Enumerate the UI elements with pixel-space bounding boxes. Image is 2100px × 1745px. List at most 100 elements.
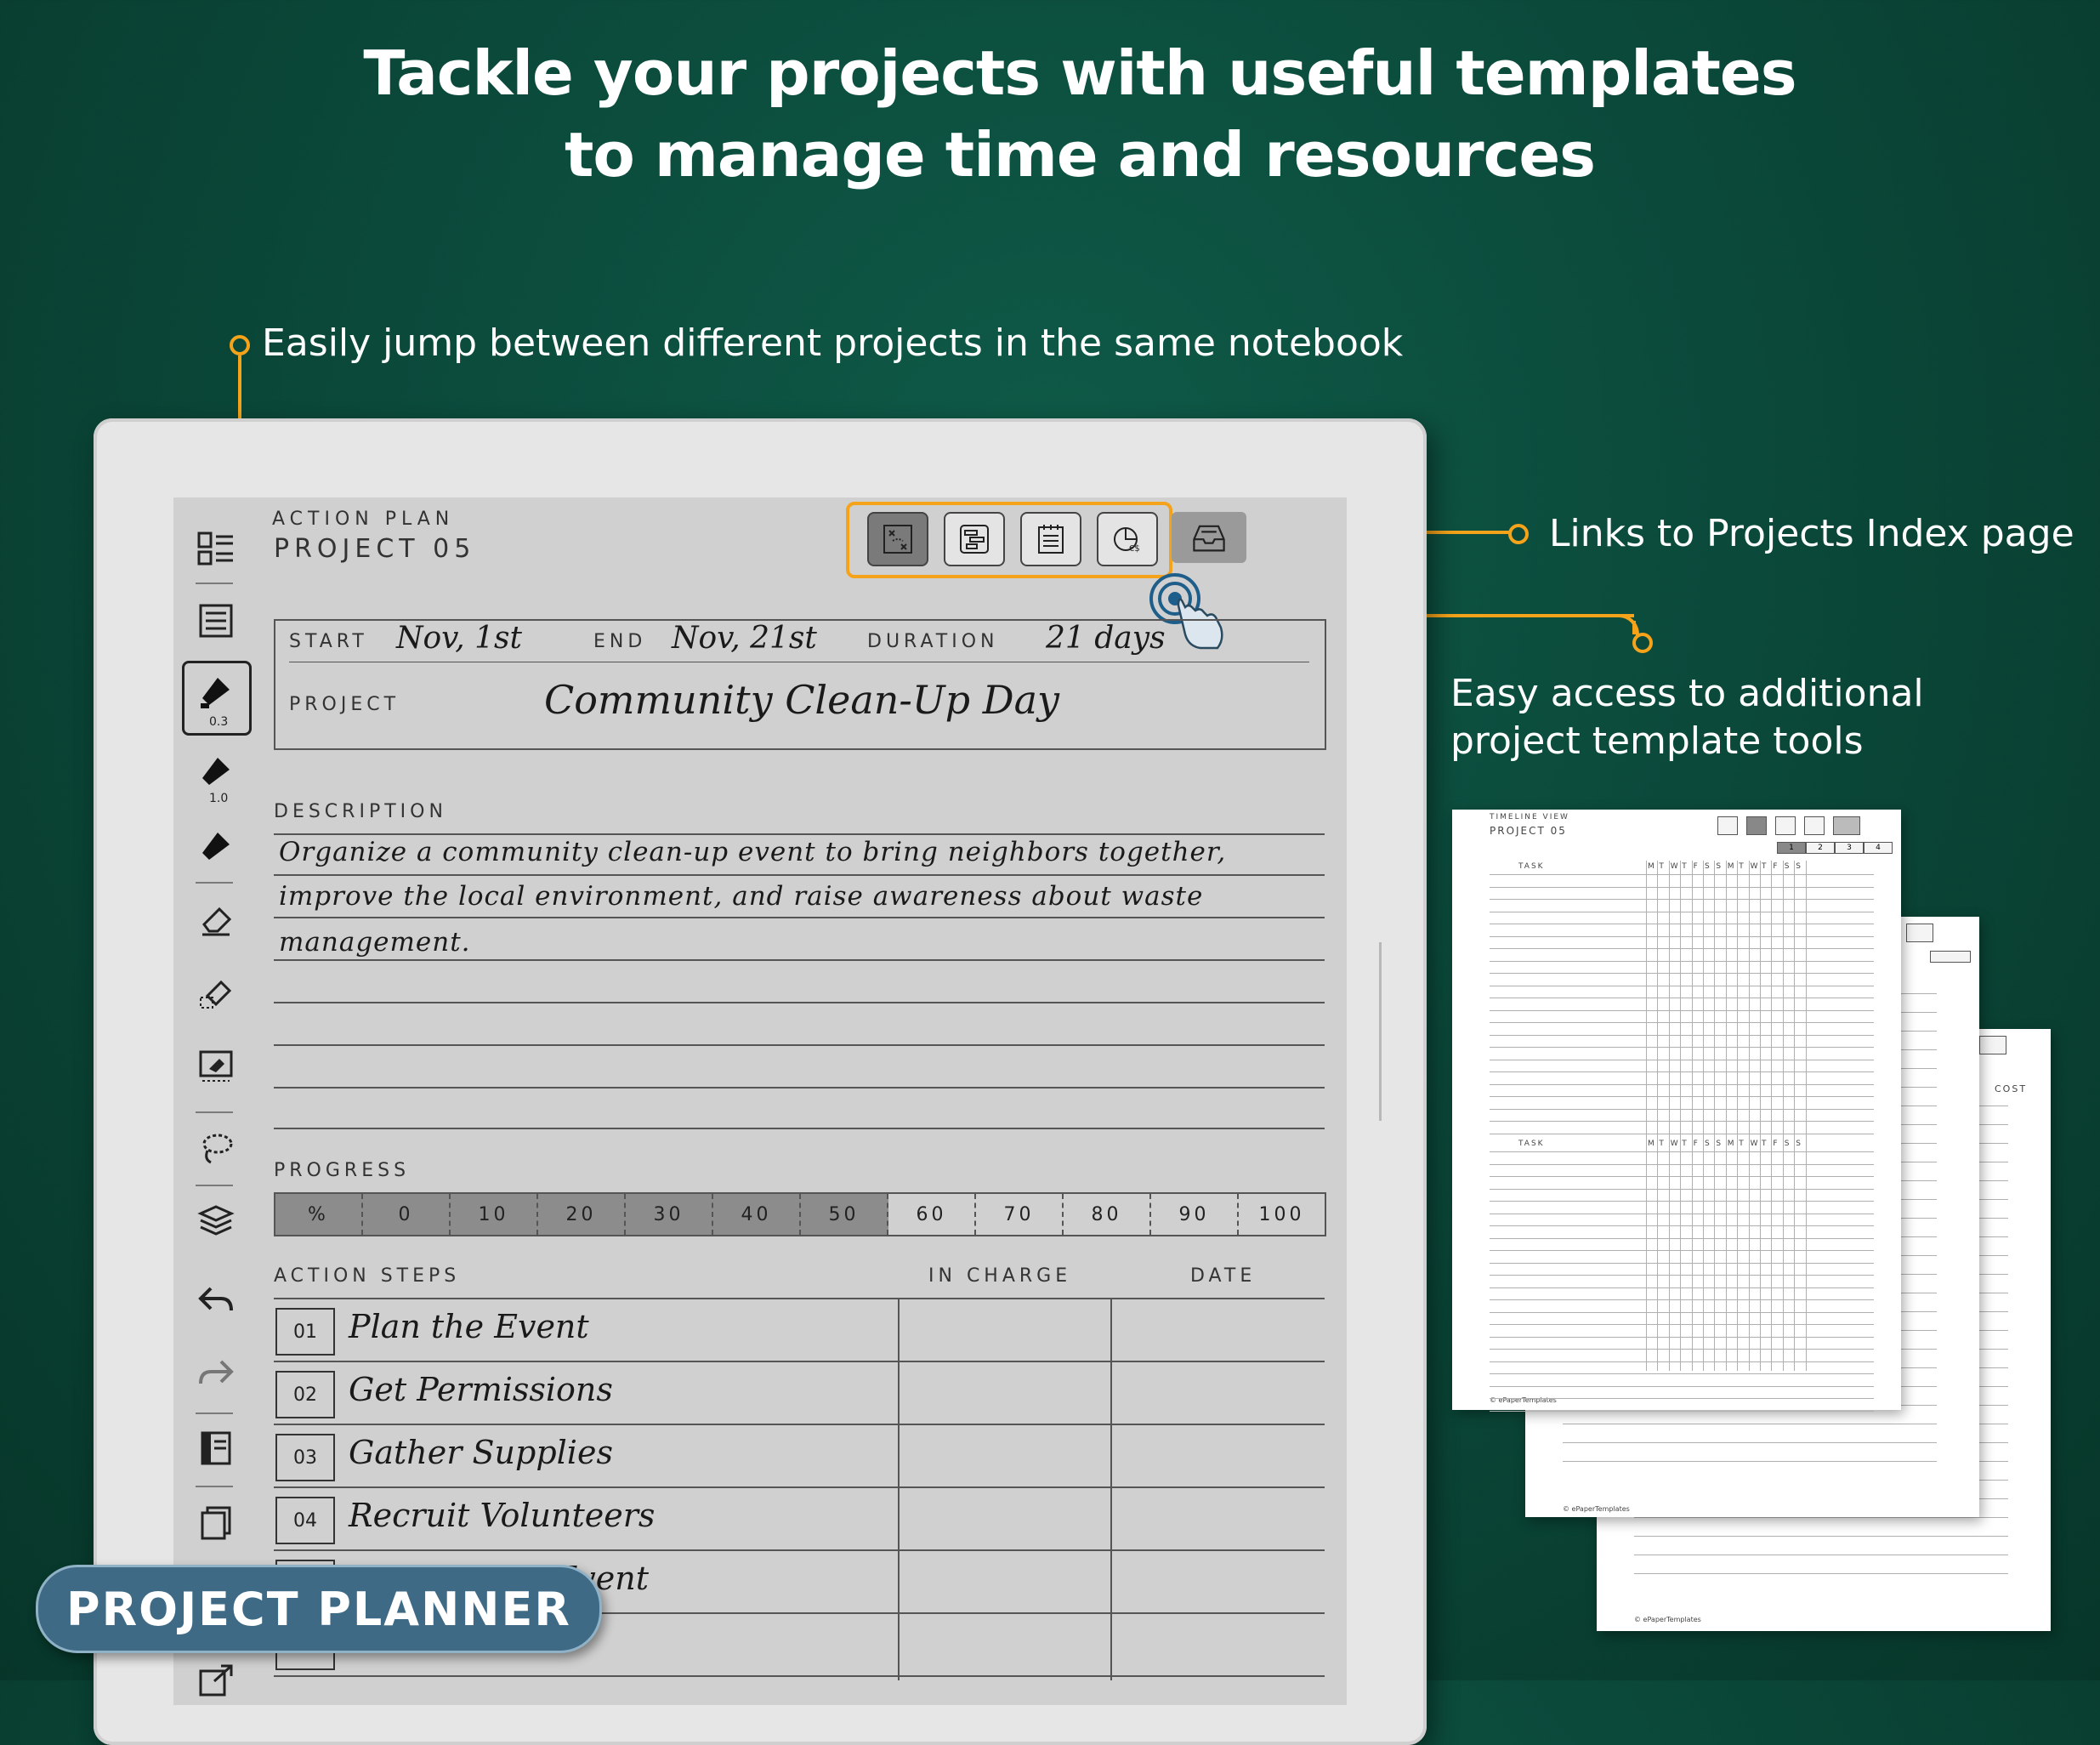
scrollbar[interactable]: [1379, 942, 1382, 1121]
pages-icon[interactable]: [190, 1498, 241, 1549]
step-text[interactable]: Gather Supplies: [349, 1434, 613, 1471]
selection-eraser-icon[interactable]: [190, 967, 241, 1018]
preview-grid-column: [1805, 861, 1807, 1371]
action-plan-icon[interactable]: [867, 512, 928, 566]
callout-tools-line-1: Easy access to additional: [1450, 672, 1924, 715]
description-line[interactable]: improve the local environment, and raise…: [279, 881, 1203, 912]
preview-grid-line: [1563, 1442, 1937, 1443]
preview-grid-line: [1490, 1022, 1874, 1023]
preview-grid-line: [1490, 874, 1874, 875]
preview-grid-column: [1703, 861, 1704, 1371]
project-value[interactable]: Community Clean-Up Day: [544, 677, 1059, 723]
progress-cell[interactable]: 90: [1151, 1194, 1239, 1235]
brush-icon[interactable]: [190, 821, 241, 872]
redo-icon[interactable]: [190, 1348, 241, 1399]
preview-day-header: F: [1773, 1140, 1778, 1148]
end-value[interactable]: Nov, 21st: [672, 621, 817, 656]
callout-dot-index-end: [1508, 524, 1529, 544]
preview-grid-column: [1668, 861, 1670, 1371]
progress-cell[interactable]: 10: [451, 1194, 538, 1235]
progress-cell[interactable]: 20: [538, 1194, 626, 1235]
step-text[interactable]: Get Permissions: [349, 1371, 613, 1408]
preview-day-header: S: [1796, 862, 1801, 871]
preview-grid-line: [1490, 1287, 1874, 1288]
preview-task-header: TASK: [1518, 1140, 1545, 1148]
preview-grid-column: [1725, 861, 1727, 1371]
description-rule: [274, 1002, 1325, 1003]
progress-cell[interactable]: 50: [801, 1194, 888, 1235]
preview-grid-line: [1490, 1275, 1874, 1276]
preview-grid-line: [1490, 1398, 1874, 1399]
progress-cell[interactable]: 100: [1239, 1194, 1325, 1235]
preview-day-header: M: [1648, 862, 1654, 871]
preview-project-title: PROJECT 05: [1490, 825, 1567, 837]
timeline-icon[interactable]: [944, 512, 1005, 566]
template-type-label: ACTION PLAN: [272, 509, 455, 530]
preview-day-header: F: [1773, 862, 1778, 871]
progress-cell[interactable]: 40: [713, 1194, 801, 1235]
notes-icon: [1775, 816, 1796, 835]
undo-icon[interactable]: [190, 1275, 241, 1326]
progress-bar[interactable]: % 0 10 20 30 40 50 60 70 80 90 100: [274, 1192, 1326, 1236]
lasso-icon[interactable]: [190, 1123, 241, 1174]
step-row-rule: [274, 1361, 1325, 1362]
description-line[interactable]: management.: [279, 927, 471, 958]
description-line[interactable]: Organize a community clean-up event to b…: [279, 837, 1226, 867]
progress-cell[interactable]: %: [275, 1194, 363, 1235]
step-text[interactable]: Recruit Volunteers: [349, 1497, 655, 1534]
inbox-icon: [1979, 1036, 2006, 1054]
preview-grid-line: [1634, 1573, 2008, 1574]
preview-day-header: T: [1682, 862, 1687, 871]
preview-day-header: S: [1716, 862, 1722, 871]
erase-page-icon[interactable]: [190, 1040, 241, 1091]
step-text[interactable]: Plan the Event: [349, 1308, 589, 1345]
duration-value[interactable]: 21 days: [1046, 621, 1166, 656]
timeline-icon: [1746, 816, 1767, 835]
left-toolbar: 0.3 1.0: [173, 497, 258, 1697]
progress-cell[interactable]: 80: [1064, 1194, 1151, 1235]
progress-cell[interactable]: 70: [976, 1194, 1064, 1235]
inbox-icon: [1906, 924, 1933, 942]
preview-week-tab: 3: [1835, 842, 1864, 854]
step-row-rule: [274, 1549, 1325, 1551]
preview-grid-column: [1680, 861, 1682, 1371]
progress-cell[interactable]: 30: [626, 1194, 713, 1235]
preview-grid-column: [1760, 861, 1761, 1371]
preview-grid-line: [1490, 1373, 1874, 1374]
layers-icon[interactable]: [190, 1196, 241, 1248]
callout-tools: Easy access to additional project templa…: [1450, 670, 1924, 765]
preview-day-header: F: [1693, 862, 1698, 871]
preview-day-header: T: [1682, 1140, 1687, 1148]
preview-grid-line: [1490, 1225, 1874, 1226]
brush-icon[interactable]: [190, 666, 241, 717]
start-value[interactable]: Nov, 1st: [396, 621, 522, 656]
duration-label: DURATION: [867, 631, 999, 652]
in-charge-column-divider: [898, 1298, 900, 1680]
preview-grid-line: [1490, 1324, 1874, 1325]
notebook-icon[interactable]: [190, 1423, 241, 1474]
description-rule: [274, 1044, 1325, 1046]
progress-cell[interactable]: 60: [888, 1194, 976, 1235]
progress-cell[interactable]: 0: [363, 1194, 451, 1235]
preview-grid-line: [1490, 1151, 1874, 1152]
list-icon[interactable]: [190, 595, 241, 646]
date-column-divider: [1110, 1298, 1112, 1680]
budget-icon[interactable]: €$: [1097, 512, 1158, 566]
preview-week-tab: 4: [1864, 842, 1893, 854]
preview-grid-line: [1490, 1071, 1874, 1072]
preview-grid-column: [1657, 861, 1659, 1371]
preview-day-header: M: [1727, 862, 1734, 871]
preview-grid-line: [1490, 1262, 1874, 1264]
preview-grid-line: [1490, 1163, 1874, 1165]
toolbar-separator: [196, 583, 233, 584]
projects-index-button[interactable]: [1172, 512, 1246, 563]
templates-icon[interactable]: [190, 523, 241, 574]
eraser-icon[interactable]: [190, 894, 241, 945]
preview-day-header: T: [1739, 1140, 1744, 1148]
share-icon[interactable]: [190, 1656, 241, 1707]
headline-line-2: to manage time and resources: [564, 119, 1596, 190]
preview-grid-column: [1748, 861, 1750, 1371]
brush-icon[interactable]: [190, 746, 241, 797]
notes-icon[interactable]: [1020, 512, 1081, 566]
preview-day-header: T: [1739, 862, 1744, 871]
